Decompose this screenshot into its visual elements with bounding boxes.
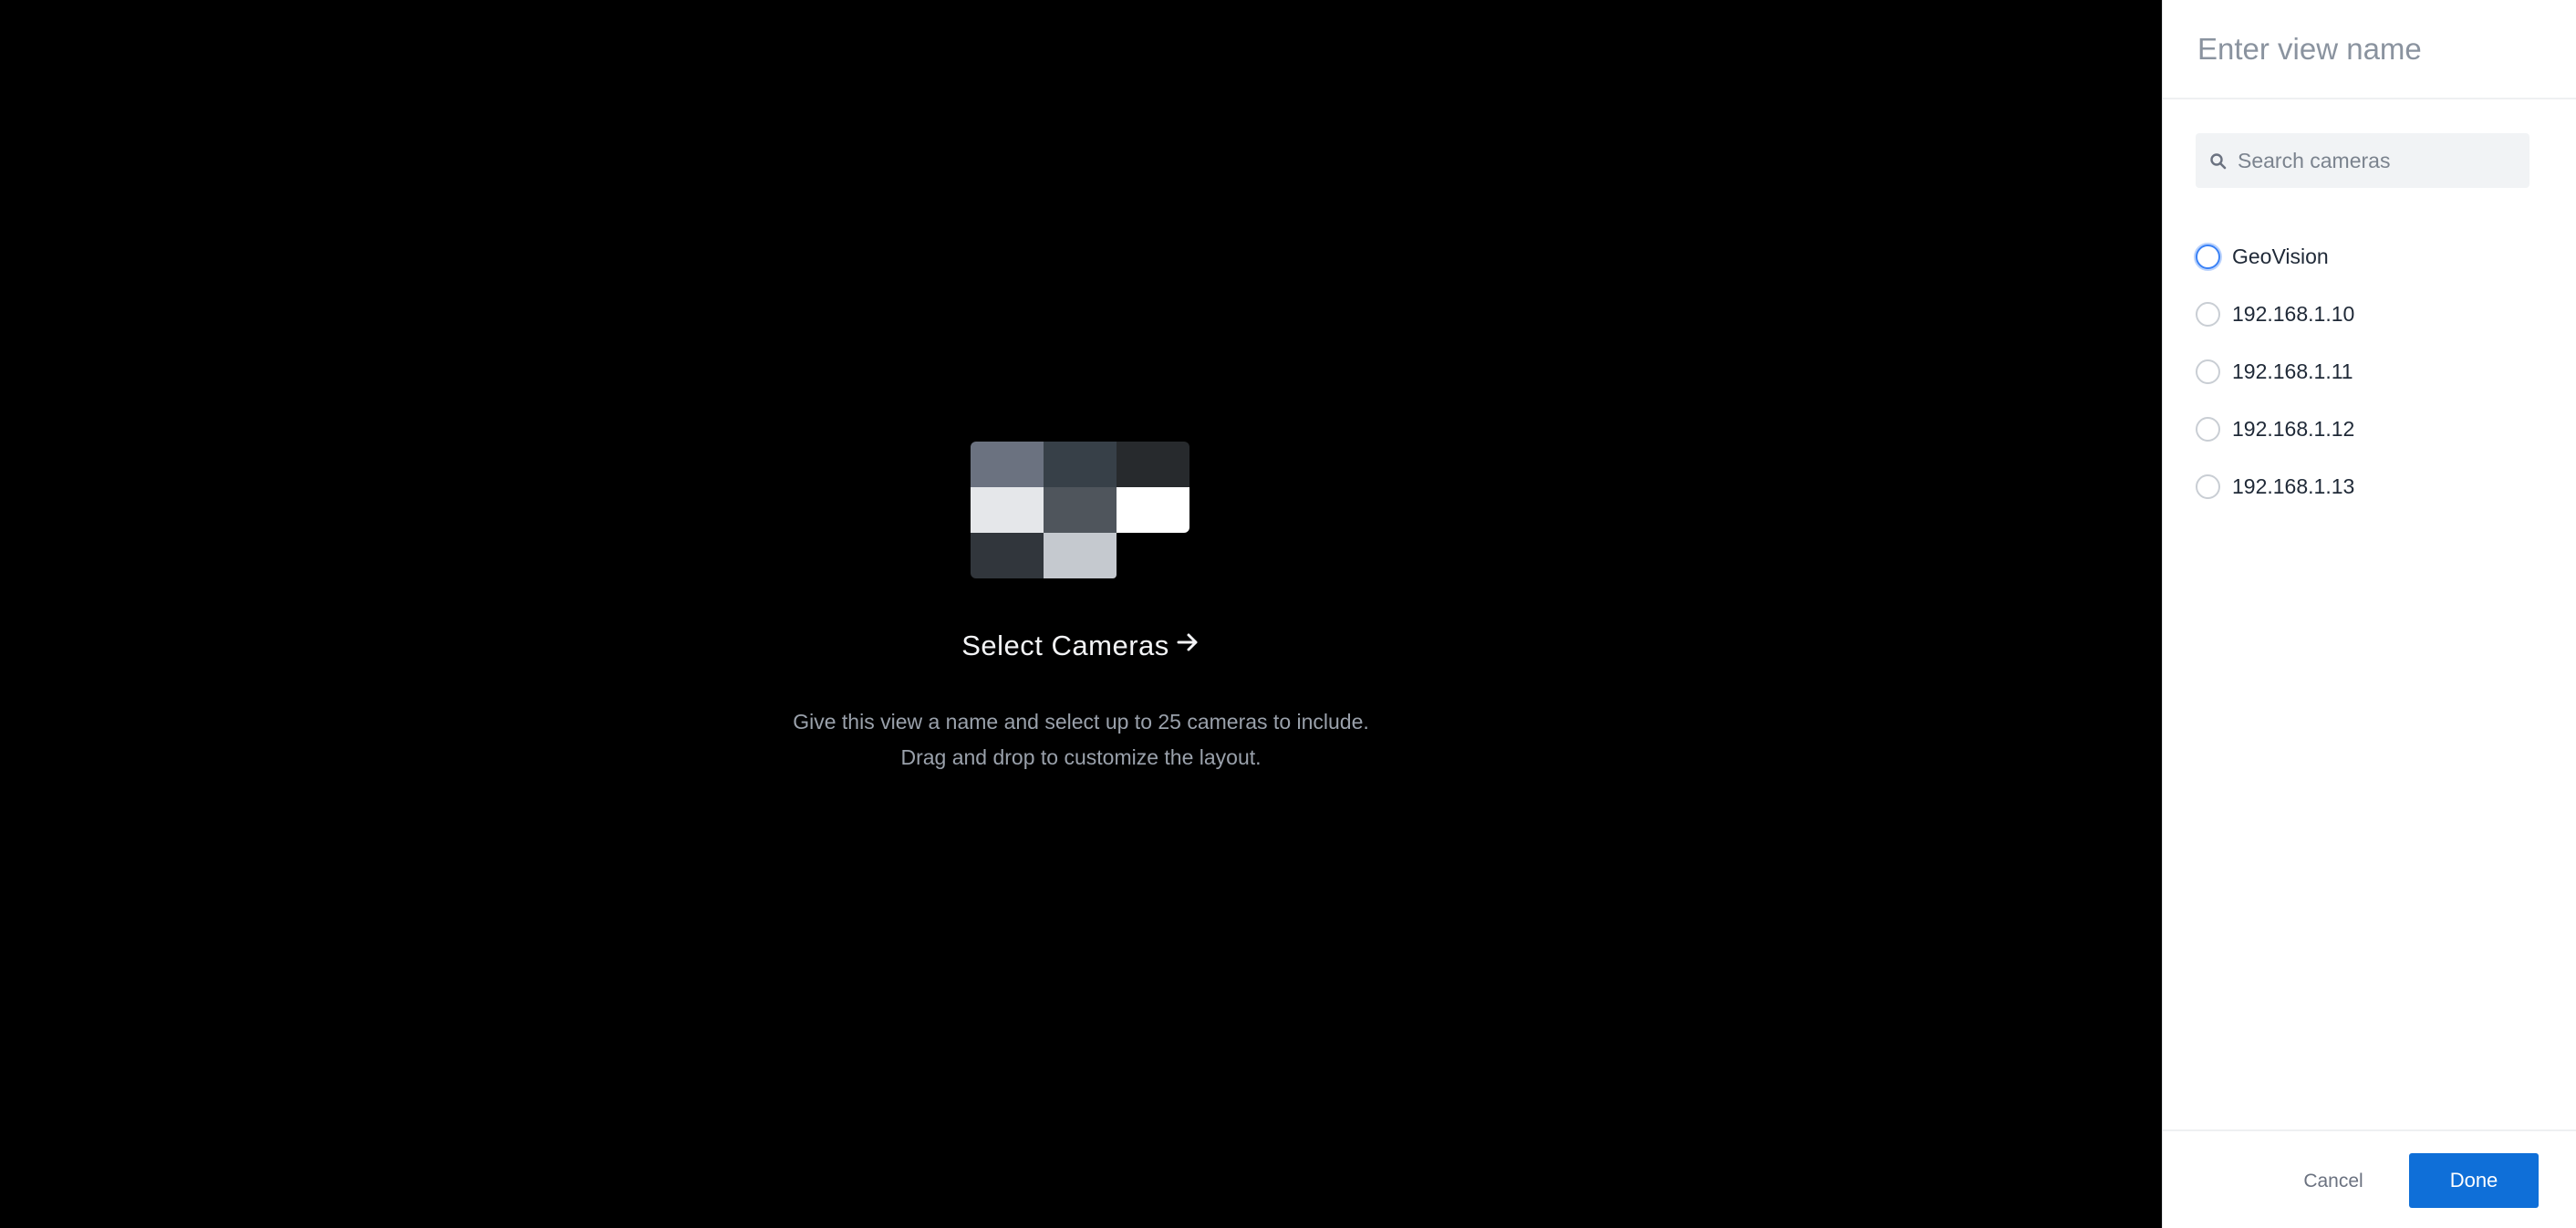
grid-cell <box>1117 487 1189 533</box>
camera-label: GeoVision <box>2232 245 2329 268</box>
view-name-input[interactable] <box>2197 26 2553 73</box>
grid-cell <box>971 487 1044 533</box>
grid-cell <box>1044 533 1117 578</box>
camera-selection-panel: GeoVision 192.168.1.10 192.168.1.11 192.… <box>2162 0 2576 1228</box>
camera-grid-icon <box>971 442 1190 579</box>
camera-radio[interactable] <box>2196 417 2220 442</box>
grid-cell <box>1044 487 1117 533</box>
grid-cell <box>1044 442 1117 487</box>
description-line: Give this view a name and select up to 2… <box>793 710 1369 734</box>
camera-label: 192.168.1.10 <box>2232 302 2355 326</box>
grid-cell <box>971 442 1044 487</box>
cancel-button[interactable]: Cancel <box>2292 1159 2374 1204</box>
search-input[interactable] <box>2238 140 2520 181</box>
camera-list: GeoVision 192.168.1.10 192.168.1.11 192.… <box>2196 228 2551 515</box>
search-box[interactable] <box>2196 133 2529 188</box>
camera-item[interactable]: 192.168.1.10 <box>2196 286 2551 343</box>
panel-footer: Cancel Done <box>2163 1129 2576 1228</box>
camera-item[interactable]: GeoVision <box>2196 228 2551 286</box>
camera-radio[interactable] <box>2196 359 2220 384</box>
camera-label: 192.168.1.11 <box>2232 359 2353 383</box>
camera-radio[interactable] <box>2196 245 2220 269</box>
camera-item[interactable]: 192.168.1.13 <box>2196 458 2551 515</box>
panel-header <box>2163 0 2576 99</box>
done-button[interactable]: Done <box>2409 1153 2539 1208</box>
view-canvas: Select Cameras Give this view a name and… <box>0 0 2162 1228</box>
empty-state: Select Cameras Give this view a name and… <box>0 0 2162 1228</box>
empty-state-description: Give this view a name and select up to 2… <box>0 704 2162 775</box>
grid-cell <box>1117 533 1189 578</box>
select-cameras-link[interactable]: Select Cameras <box>0 630 2162 662</box>
description-line: Drag and drop to customize the layout. <box>900 745 1262 769</box>
grid-cell <box>971 533 1044 578</box>
camera-item[interactable]: 192.168.1.12 <box>2196 401 2551 458</box>
view-editor: Select Cameras Give this view a name and… <box>0 0 2576 1228</box>
search-icon <box>2208 151 2228 172</box>
camera-label: 192.168.1.12 <box>2232 417 2355 441</box>
arrow-right-icon <box>1175 630 1200 662</box>
camera-item[interactable]: 192.168.1.11 <box>2196 343 2551 401</box>
camera-label: 192.168.1.13 <box>2232 474 2355 498</box>
grid-cell <box>1117 442 1189 487</box>
camera-radio[interactable] <box>2196 474 2220 499</box>
select-cameras-label: Select Cameras <box>961 630 1169 661</box>
camera-radio[interactable] <box>2196 302 2220 327</box>
